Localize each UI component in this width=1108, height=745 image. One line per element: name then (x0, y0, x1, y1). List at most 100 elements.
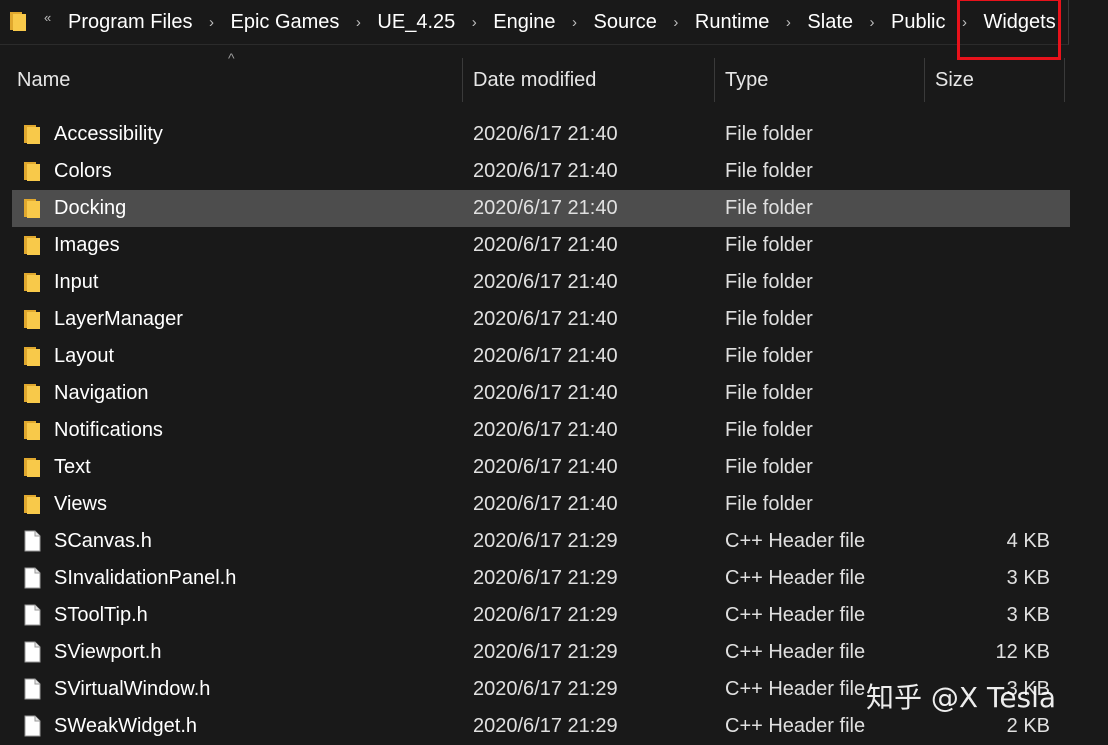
breadcrumb-separator-chevron-icon[interactable]: › (339, 14, 377, 31)
file-type: C++ Header file (725, 567, 866, 589)
column-divider[interactable] (714, 58, 715, 102)
file-row[interactable]: Accessibility 2020/6/17 21:40 File folder (12, 116, 1070, 153)
file-icon (22, 604, 42, 626)
file-row[interactable]: Input 2020/6/17 21:40 File folder (12, 264, 1070, 301)
file-date-modified: 2020/6/17 21:40 (473, 123, 618, 145)
folder-icon (22, 308, 42, 330)
file-name: Colors (54, 160, 112, 182)
file-row[interactable]: SViewport.h 2020/6/17 21:29 C++ Header fil… (12, 634, 1070, 671)
column-header-date[interactable]: Date modified (473, 58, 713, 102)
file-row[interactable]: Docking 2020/6/17 21:40 File folder (12, 190, 1070, 227)
folder-icon (22, 160, 42, 182)
file-date-modified: 2020/6/17 21:29 (473, 567, 618, 589)
file-row[interactable]: Views 2020/6/17 21:40 File folder (12, 486, 1070, 523)
file-row[interactable]: SCanvas.h 2020/6/17 21:29 C++ Header file 4… (12, 523, 1070, 560)
file-type: File folder (725, 345, 813, 367)
breadcrumb-item[interactable]: Widgets (983, 11, 1055, 34)
file-row[interactable]: Navigation 2020/6/17 21:40 File folder (12, 375, 1070, 412)
file-name: Accessibility (54, 123, 163, 145)
file-size (950, 412, 1050, 449)
breadcrumb-separator-chevron-icon[interactable]: › (192, 14, 230, 31)
file-name: SWeakWidget.h (54, 715, 198, 737)
file-date-modified: 2020/6/17 21:40 (473, 308, 618, 330)
file-name: SVirtualWindow.h (54, 678, 211, 700)
folder-icon (22, 345, 42, 367)
breadcrumb-item[interactable]: UE_4.25 (377, 11, 455, 34)
file-type: File folder (725, 493, 813, 515)
file-row[interactable]: Text 2020/6/17 21:40 File folder (12, 449, 1070, 486)
file-date-modified: 2020/6/17 21:40 (473, 234, 618, 256)
file-name: Docking (54, 197, 127, 219)
folder-icon (22, 493, 42, 515)
file-row[interactable]: Images 2020/6/17 21:40 File folder (12, 227, 1070, 264)
column-header-type[interactable]: Type (725, 58, 923, 102)
breadcrumb-separator-chevron-icon[interactable]: › (853, 14, 891, 31)
file-type: File folder (725, 123, 813, 145)
column-divider[interactable] (924, 58, 925, 102)
breadcrumb-item[interactable]: Engine (493, 11, 555, 34)
folder-icon (22, 419, 42, 441)
address-bar[interactable]: « Program Files › Epic Games › UE_4.25 › Engin… (0, 0, 1069, 45)
file-type: C++ Header file (725, 715, 866, 737)
breadcrumb-item[interactable]: Program Files (68, 11, 192, 34)
folder-icon (10, 12, 26, 31)
file-size (950, 153, 1050, 190)
breadcrumb-separator-chevron-icon[interactable]: › (556, 14, 594, 31)
column-header-name[interactable]: Name (17, 58, 462, 102)
address-overflow-chevron[interactable]: « (44, 10, 51, 25)
column-divider[interactable] (1064, 58, 1065, 102)
file-type: File folder (725, 456, 813, 478)
file-date-modified: 2020/6/17 21:40 (473, 456, 618, 478)
file-name: Layout (54, 345, 115, 367)
file-type: C++ Header file (725, 530, 866, 552)
file-row[interactable]: SInvalidationPanel.h 2020/6/17 21:29 C++ H… (12, 560, 1070, 597)
file-name: Images (54, 234, 120, 256)
file-icon (22, 567, 42, 589)
file-row[interactable]: Layout 2020/6/17 21:40 File folder (12, 338, 1070, 375)
breadcrumb-item[interactable]: Runtime (695, 11, 769, 34)
breadcrumb: Program Files › Epic Games › UE_4.25 › Engine ›… (68, 0, 1056, 44)
file-name: SViewport.h (54, 641, 162, 663)
file-size (950, 301, 1050, 338)
file-type: C++ Header file (725, 678, 866, 700)
file-row[interactable]: SToolTip.h 2020/6/17 21:29 C++ Header file… (12, 597, 1070, 634)
file-name: Text (54, 456, 91, 478)
breadcrumb-separator-chevron-icon[interactable]: › (769, 14, 807, 31)
column-divider[interactable] (462, 58, 463, 102)
file-size (950, 338, 1050, 375)
breadcrumb-item[interactable]: Epic Games (230, 11, 339, 34)
column-header-row: ^ Name Date modified Type Size (0, 50, 1108, 102)
breadcrumb-separator-chevron-icon[interactable]: › (945, 14, 983, 31)
folder-icon (22, 271, 42, 293)
file-name: Views (54, 493, 107, 515)
file-type: File folder (725, 382, 813, 404)
file-size: 4 KB (1006, 530, 1050, 552)
folder-icon (22, 234, 42, 256)
breadcrumb-separator-chevron-icon[interactable]: › (455, 14, 493, 31)
file-type: C++ Header file (725, 604, 866, 626)
file-date-modified: 2020/6/17 21:40 (473, 493, 618, 515)
file-size: 12 KB (995, 641, 1050, 663)
file-size (950, 449, 1050, 486)
file-icon (22, 641, 42, 663)
folder-icon (22, 456, 42, 478)
file-size: 3 KB (1006, 567, 1050, 589)
breadcrumb-separator-chevron-icon[interactable]: › (657, 14, 695, 31)
file-name: Notifications (54, 419, 163, 441)
file-date-modified: 2020/6/17 21:29 (473, 678, 618, 700)
file-type: File folder (725, 271, 813, 293)
file-name: SCanvas.h (54, 530, 152, 552)
file-row[interactable]: LayerManager 2020/6/17 21:40 File folder (12, 301, 1070, 338)
file-name: Input (54, 271, 99, 293)
folder-icon (22, 382, 42, 404)
column-header-size[interactable]: Size (935, 58, 1065, 102)
watermark: 知乎 @X Tesla (866, 681, 1057, 714)
breadcrumb-item[interactable]: Public (891, 11, 945, 34)
breadcrumb-item[interactable]: Source (594, 11, 657, 34)
breadcrumb-item[interactable]: Slate (807, 11, 853, 34)
file-row[interactable]: Notifications 2020/6/17 21:40 File folder (12, 412, 1070, 449)
file-size (950, 486, 1050, 523)
file-type: File folder (725, 419, 813, 441)
file-size (950, 375, 1050, 412)
file-row[interactable]: Colors 2020/6/17 21:40 File folder (12, 153, 1070, 190)
